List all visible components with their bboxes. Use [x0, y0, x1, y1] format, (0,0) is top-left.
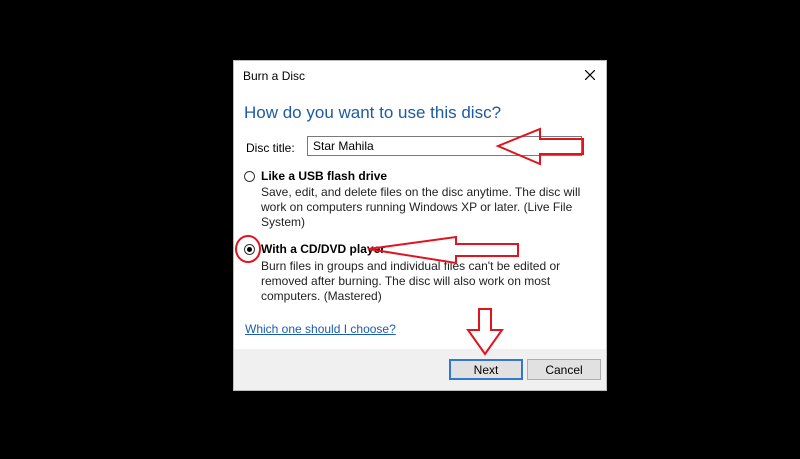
cd-option-radio[interactable] [244, 244, 255, 255]
usb-option-description: Save, edit, and delete files on the disc… [261, 185, 581, 229]
dialog-heading: How do you want to use this disc? [244, 103, 502, 122]
cd-option-description: Burn files in groups and individual file… [261, 259, 561, 303]
usb-option-radio[interactable] [244, 171, 255, 182]
disc-title-input[interactable] [307, 136, 582, 156]
disc-title-label: Disc title: [246, 141, 295, 155]
dialog-footer: Next Cancel [234, 349, 606, 390]
cancel-button[interactable]: Cancel [527, 359, 601, 380]
cd-option-title[interactable]: With a CD/DVD player [261, 242, 385, 256]
close-button[interactable] [580, 65, 600, 85]
help-link[interactable]: Which one should I choose? [245, 322, 396, 336]
close-icon [585, 70, 595, 80]
usb-option-title[interactable]: Like a USB flash drive [261, 169, 387, 183]
dialog-title: Burn a Disc [243, 69, 306, 83]
next-button[interactable]: Next [449, 359, 523, 380]
burn-disc-dialog: Burn a Disc How do you want to use this … [233, 60, 607, 391]
